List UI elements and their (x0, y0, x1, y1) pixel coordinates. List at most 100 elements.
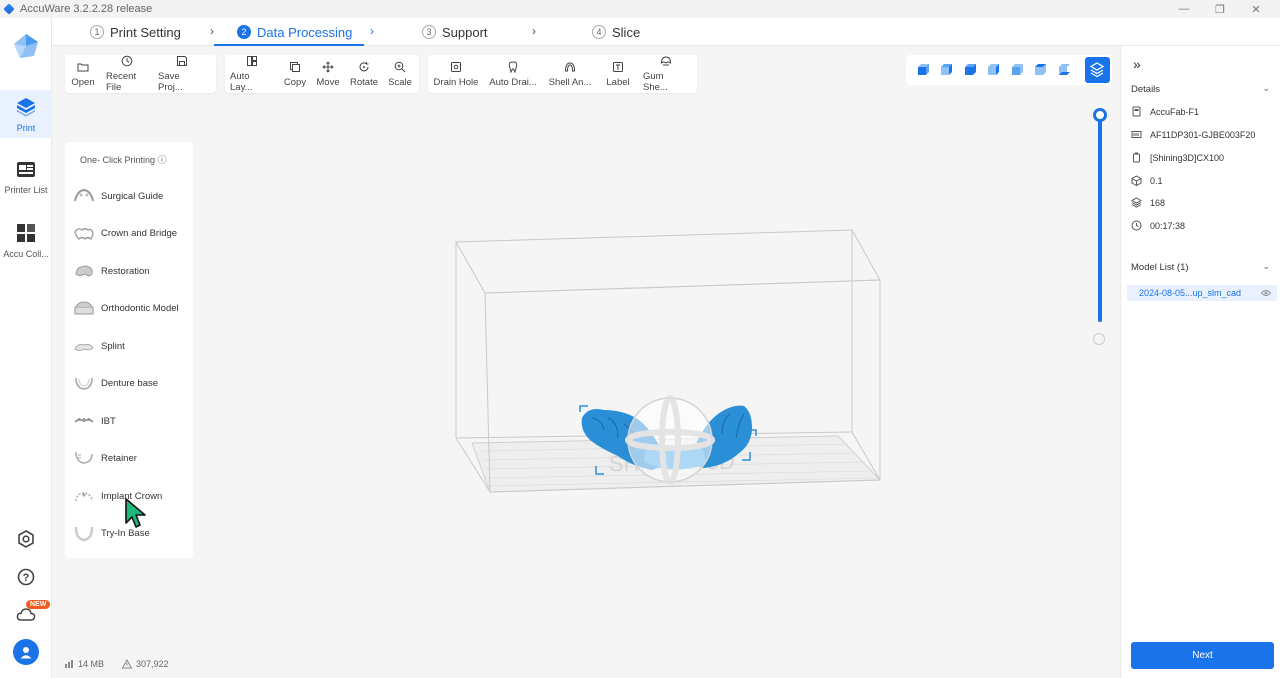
detail-value: [Shining3D]CX100 (1150, 152, 1225, 163)
shell-analysis-button[interactable]: Shell An... (542, 55, 598, 93)
auto-drain-icon (508, 61, 518, 73)
one-click-surgical-guide[interactable]: Surgical Guide (73, 183, 189, 209)
move-button[interactable]: Move (311, 55, 345, 93)
one-click-label: Denture base (101, 377, 159, 389)
tool-label: Auto Drai... (489, 76, 537, 88)
step-label: Data Processing (257, 24, 353, 40)
view-right-button[interactable] (983, 59, 1005, 81)
step-slice[interactable]: 4 Slice (592, 18, 640, 46)
model-name: 2024-08-05...up_slm_cad (1139, 288, 1242, 298)
rail-item-label: Accu Coll... (3, 249, 49, 259)
printer-icon (1132, 106, 1141, 117)
save-icon (177, 56, 187, 66)
scale-icon (394, 61, 406, 72)
view-iso-button[interactable] (1006, 59, 1028, 81)
label-button[interactable]: Label (598, 55, 638, 93)
drain-hole-button[interactable]: Drain Hole (428, 55, 484, 93)
copy-button[interactable]: Copy (279, 55, 311, 93)
detail-serial: AF11DP301-GJBE003F20 (1131, 129, 1255, 140)
one-click-crown-and-bridge[interactable]: Crown and Bridge (73, 220, 189, 246)
view-front-button[interactable] (912, 59, 934, 81)
one-click-label: IBT (101, 415, 116, 427)
tool-label: Label (606, 76, 630, 88)
step-number: 1 (90, 25, 104, 39)
tool-label: Rotate (350, 76, 378, 88)
auto-layout-button[interactable]: Auto Lay... (225, 55, 279, 93)
close-button[interactable]: ✕ (1238, 0, 1274, 18)
one-click-label: Crown and Bridge (101, 227, 178, 239)
transform-toolbar: Auto Lay... Copy Move Rotate Scale (225, 55, 419, 93)
memory-usage: 14 MB (78, 659, 105, 669)
one-click-orthodontic-model[interactable]: Orthodontic Model (73, 295, 189, 321)
3d-viewport[interactable]: SHINING 3D (52, 46, 1120, 678)
ibt-icon (74, 418, 94, 423)
time-icon (1131, 220, 1142, 231)
rail-item-label: Print (16, 123, 36, 133)
one-click-restoration[interactable]: Restoration (73, 258, 189, 284)
one-click-label: Orthodontic Model (101, 302, 179, 314)
auto-drain-button[interactable]: Auto Drai... (484, 55, 542, 93)
chevron-down-icon[interactable]: ⌄ (1262, 261, 1270, 272)
restore-button[interactable]: ❐ (1202, 0, 1238, 18)
rail-item-accu-collection[interactable]: Accu Coll... (0, 222, 52, 266)
layers-icon (1131, 197, 1142, 208)
step-label: Slice (612, 24, 641, 40)
view-perspective-button[interactable] (1084, 57, 1111, 83)
rotate-icon (359, 61, 369, 71)
gum-shell-icon (660, 56, 672, 66)
tool-label: Shell An... (548, 76, 592, 88)
rail-item-label: Printer List (4, 185, 48, 195)
model-tools-toolbar: Drain Hole Auto Drai... Shell An... Labe… (428, 55, 697, 93)
collapse-panel-icon[interactable]: » (1133, 56, 1141, 72)
orthodontic-model-icon (74, 301, 94, 315)
one-click-printing-panel: One- Click Printing ⓘ Surgical Guide Cro… (65, 142, 193, 558)
tool-label: Copy (283, 76, 307, 88)
tool-label: Recent File (106, 71, 137, 93)
status-bar: 14 MB 307,922 (64, 659, 169, 669)
step-number: 3 (422, 25, 436, 39)
settings-button[interactable] (0, 530, 52, 548)
layer-slider-top-handle[interactable] (1093, 108, 1107, 122)
restoration-icon (75, 265, 93, 277)
rotate-button[interactable]: Rotate (345, 55, 383, 93)
step-label: Support (442, 24, 488, 40)
chevron-down-icon[interactable]: ⌄ (1262, 83, 1270, 94)
user-button[interactable] (0, 639, 52, 665)
help-button[interactable]: ? (0, 568, 52, 586)
move-icon (322, 61, 334, 72)
step-print-setting[interactable]: 1 Print Setting (90, 18, 181, 46)
open-button[interactable]: Open (65, 55, 101, 93)
recent-file-button[interactable]: Recent File (101, 55, 153, 93)
step-support[interactable]: 3 Support (422, 18, 488, 46)
gum-shell-button[interactable]: Gum She... (638, 55, 694, 93)
detail-printer: AccuFab-F1 (1131, 106, 1199, 117)
rail-item-print[interactable]: Print (0, 90, 52, 138)
layer-slider-bottom-handle[interactable] (1093, 333, 1105, 345)
visibility-eye-icon[interactable] (1261, 288, 1271, 298)
one-click-denture-base[interactable]: Denture base (73, 370, 189, 396)
step-data-processing[interactable]: 2 Data Processing (237, 18, 352, 46)
view-back-button[interactable] (936, 59, 958, 81)
tool-label: Scale (388, 76, 412, 88)
one-click-splint[interactable]: Splint (73, 333, 189, 359)
next-button[interactable]: Next (1131, 642, 1274, 669)
cloud-button[interactable]: NEW (0, 600, 52, 622)
window-title: AccuWare 3.2.2.28 release (20, 3, 153, 15)
rail-item-printer-list[interactable]: Printer List (0, 158, 52, 202)
view-top-button[interactable] (1030, 59, 1052, 81)
tool-label: Drain Hole (433, 76, 479, 88)
surgical-guide-icon (74, 188, 94, 202)
view-left-button[interactable] (959, 59, 981, 81)
minimize-button[interactable]: — (1166, 0, 1202, 18)
one-click-ibt[interactable]: IBT (73, 408, 189, 434)
svg-text:?: ? (23, 572, 30, 584)
save-project-button[interactable]: Save Proj... (153, 55, 211, 93)
step-number: 2 (237, 25, 251, 39)
new-badge: NEW (26, 600, 51, 609)
layer-slider-track[interactable] (1098, 114, 1102, 322)
scale-button[interactable]: Scale (383, 55, 417, 93)
title-bar: AccuWare 3.2.2.28 release — ❐ ✕ (0, 0, 1280, 18)
model-list-item[interactable]: 2024-08-05...up_slm_cad (1127, 285, 1277, 301)
one-click-retainer[interactable]: Retainer (73, 445, 189, 471)
view-bottom-button[interactable] (1053, 59, 1075, 81)
